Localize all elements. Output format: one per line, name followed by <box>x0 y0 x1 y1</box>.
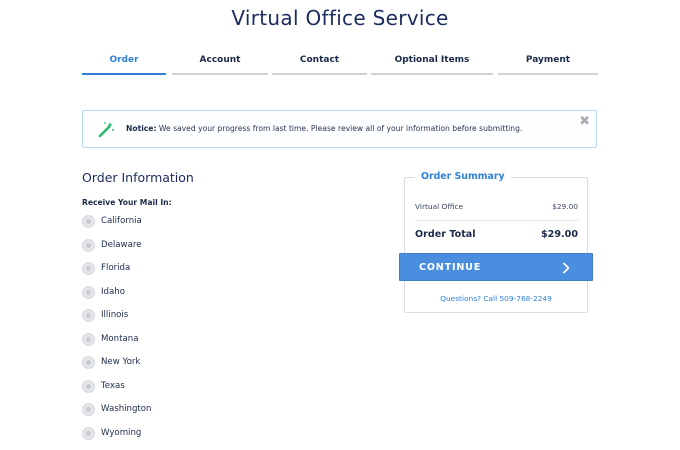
radio-illinois[interactable]: Illinois <box>82 308 282 324</box>
notice-strong: Notice: <box>126 124 157 133</box>
radio-texas[interactable]: Texas <box>82 379 282 395</box>
continue-button[interactable]: CONTINUE <box>399 253 593 281</box>
radio-button[interactable] <box>82 215 95 228</box>
tab-payment[interactable]: Payment <box>498 54 598 75</box>
summary-divider <box>415 220 578 221</box>
radio-button[interactable] <box>82 426 95 440</box>
tab-contact[interactable]: Contact <box>272 54 367 75</box>
page-title: Virtual Office Service <box>231 6 449 30</box>
questions-phone-link[interactable]: Questions? Call 509-768-2249 <box>404 294 588 303</box>
step-tabs: Order Account Contact Optional Items Pay… <box>82 54 598 76</box>
radio-idaho[interactable]: Idaho <box>82 285 282 301</box>
radio-button[interactable] <box>82 285 95 299</box>
tab-account[interactable]: Account <box>172 54 268 75</box>
tab-optional-items[interactable]: Optional Items <box>371 54 493 75</box>
notice-text: We saved your progress from last time. P… <box>156 124 523 133</box>
notice-message: Notice: We saved your progress from last… <box>126 124 522 133</box>
radio-california[interactable]: California <box>82 214 282 230</box>
radio-button[interactable] <box>82 332 95 346</box>
radio-label: Wyoming <box>101 427 142 438</box>
order-summary-panel: Order Summary Virtual Office $29.00 Orde… <box>404 171 588 313</box>
order-summary-title: Order Summary <box>415 171 511 182</box>
radio-label: Texas <box>101 380 125 391</box>
radio-washington[interactable]: Washington <box>82 402 282 418</box>
chevron-right-icon <box>563 262 570 274</box>
line-item-row: Virtual Office $29.00 <box>415 202 578 211</box>
radio-button[interactable] <box>82 379 95 393</box>
order-total-row: Order Total $29.00 <box>415 229 578 240</box>
radio-new-york[interactable]: New York <box>82 355 282 371</box>
radio-label: Montana <box>101 333 139 344</box>
radio-label: Delaware <box>101 239 142 250</box>
order-total-value: $29.00 <box>540 229 578 240</box>
radio-label: New York <box>101 357 141 367</box>
line-item-label: Virtual Office <box>415 202 464 211</box>
radio-button[interactable] <box>82 403 95 416</box>
radio-label: Washington <box>101 404 152 414</box>
tab-order[interactable]: Order <box>82 54 166 75</box>
radio-label: Idaho <box>101 286 125 297</box>
radio-delaware[interactable]: Delaware <box>82 238 282 254</box>
radio-button[interactable] <box>82 238 95 252</box>
radio-button[interactable] <box>82 356 95 369</box>
mail-location-label: Receive Your Mail In: <box>82 198 172 207</box>
close-icon[interactable]: ✖ <box>579 114 590 129</box>
order-information-title: Order Information <box>82 170 194 185</box>
order-total-label: Order Total <box>415 229 476 240</box>
line-item-price: $29.00 <box>552 202 578 211</box>
magic-wand-icon <box>98 122 114 138</box>
notice-banner: Notice: We saved your progress from last… <box>82 110 597 148</box>
radio-button[interactable] <box>82 262 95 275</box>
radio-wyoming[interactable]: Wyoming <box>82 426 282 442</box>
radio-label: Florida <box>101 263 131 273</box>
radio-button[interactable] <box>82 309 95 322</box>
radio-label: Illinois <box>101 310 129 320</box>
radio-label: California <box>101 216 142 226</box>
continue-button-label: CONTINUE <box>419 262 482 273</box>
radio-florida[interactable]: Florida <box>82 261 282 277</box>
radio-montana[interactable]: Montana <box>82 332 282 348</box>
